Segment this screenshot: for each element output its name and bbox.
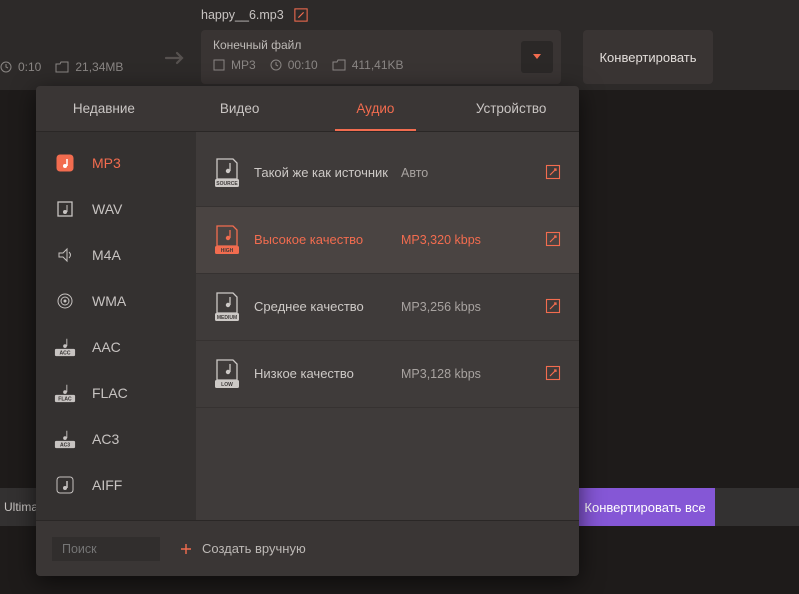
create-manual-label: Создать вручную [202,541,306,556]
format-label: MP3 [92,155,121,171]
source-duration: 0:10 [0,60,41,74]
aiff-icon [54,474,76,496]
format-icon [213,59,225,71]
edit-icon[interactable] [545,298,563,316]
destination-title: Конечный файл [213,38,549,52]
wma-icon [54,290,76,312]
preset-name: Высокое качество [254,231,389,249]
preset-info: MP3,256 kbps [401,300,511,314]
ac3-icon: AC3 [54,428,76,450]
svg-text:MEDIUM: MEDIUM [217,315,237,321]
format-label: FLAC [92,385,128,401]
format-label: WMA [92,293,126,309]
search-input[interactable] [52,537,160,561]
edit-icon[interactable] [545,365,563,383]
format-ac3[interactable]: AC3 AC3 [36,416,196,462]
clock-icon [0,61,12,73]
format-mp3[interactable]: MP3 [36,140,196,186]
edit-icon[interactable] [545,231,563,249]
arrow-icon [164,50,186,66]
preset-icon: LOW [212,359,242,389]
wav-icon [54,198,76,220]
edit-icon[interactable] [545,164,563,182]
version-label: Ultima [0,500,38,514]
format-label: AIFF [92,477,122,493]
format-label: AAC [92,339,121,355]
mp3-icon [54,152,76,174]
file-name: happy__6.mp3 [201,8,284,22]
preset-icon: MEDIUM [212,292,242,322]
preset-list: SOURCE Такой же как источник Авто HIGH В… [196,132,579,520]
svg-text:HIGH: HIGH [221,248,234,254]
format-label: WAV [92,201,122,217]
destination-meta: MP3 00:10 411,41KB [213,58,549,72]
preset-name: Такой же как источник [254,164,389,182]
rename-icon[interactable] [294,8,308,22]
svg-text:FLAC: FLAC [58,396,72,402]
preset-icon: SOURCE [212,158,242,188]
preset-row[interactable]: HIGH Высокое качество MP3,320 kbps [196,207,579,274]
panel-footer: Создать вручную [36,520,579,576]
preset-info: MP3,128 kbps [401,367,511,381]
file-name-row: happy__6.mp3 [201,8,308,22]
preset-info: MP3,320 kbps [401,233,511,247]
preset-info: Авто [401,166,511,180]
tab-3[interactable]: Устройство [443,86,579,131]
header-bar: happy__6.mp3 0:10 21,34MB Конечный файл … [0,0,799,90]
category-tabs: НедавниеВидеоАудиоУстройство [36,86,579,132]
svg-text:SOURCE: SOURCE [216,181,238,187]
format-aiff[interactable]: AIFF [36,462,196,508]
folder-icon [55,61,69,73]
preset-row[interactable]: MEDIUM Среднее качество MP3,256 kbps [196,274,579,341]
flac-icon: FLAC [54,382,76,404]
format-wma[interactable]: WMA [36,278,196,324]
preset-icon: HIGH [212,225,242,255]
folder-icon [332,59,346,71]
preset-name: Низкое качество [254,365,389,383]
format-label: M4A [92,247,121,263]
format-picker-panel: НедавниеВидеоАудиоУстройство MP3 WAV M4A WM… [36,86,579,576]
tab-1[interactable]: Видео [172,86,308,131]
convert-button[interactable]: Конвертировать [583,30,713,84]
format-list: MP3 WAV M4A WMA ACC AAC FLAC FLAC AC3 AC3 AIFF [36,132,196,520]
svg-text:LOW: LOW [221,382,233,388]
preset-row[interactable]: LOW Низкое качество MP3,128 kbps [196,341,579,408]
format-flac[interactable]: FLAC FLAC [36,370,196,416]
source-size: 21,34MB [55,60,123,74]
clock-icon [270,59,282,71]
format-wav[interactable]: WAV [36,186,196,232]
preset-row[interactable]: SOURCE Такой же как источник Авто [196,140,579,207]
tab-0[interactable]: Недавние [36,86,172,131]
format-dropdown-toggle[interactable] [521,41,553,73]
format-label: AC3 [92,431,119,447]
preset-name: Среднее качество [254,298,389,316]
convert-all-button[interactable]: Конвертировать все [575,488,715,526]
tab-2[interactable]: Аудио [308,86,444,131]
create-manual-button[interactable]: Создать вручную [180,541,306,556]
aac-icon: ACC [54,336,76,358]
format-m4a[interactable]: M4A [36,232,196,278]
destination-card: Конечный файл MP3 00:10 411,41KB [201,30,561,84]
format-aac[interactable]: ACC AAC [36,324,196,370]
plus-icon [180,543,192,555]
svg-text:ACC: ACC [60,350,71,356]
m4a-icon [54,244,76,266]
source-meta: 0:10 21,34MB [0,60,123,74]
svg-text:AC3: AC3 [60,442,70,448]
